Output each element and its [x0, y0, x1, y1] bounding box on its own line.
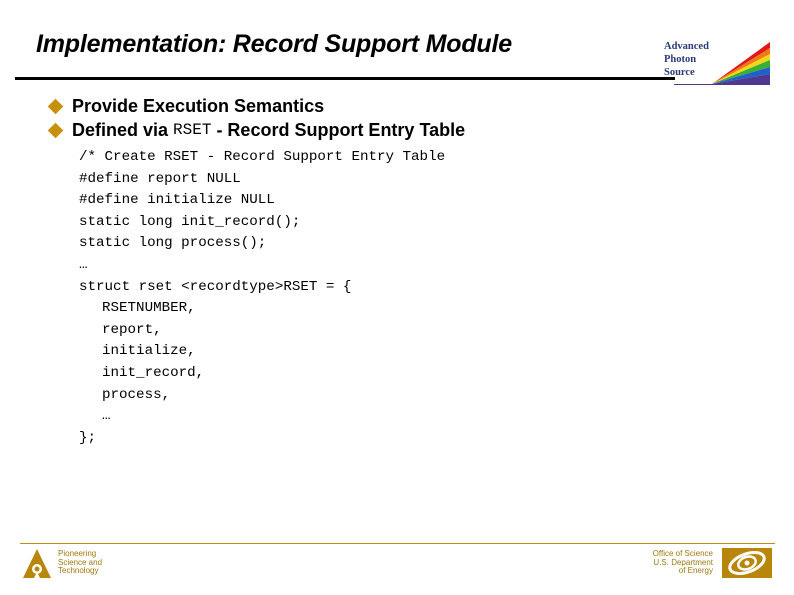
bullet-text-suffix: - Record Support Entry Table	[216, 119, 466, 140]
code-line: #define report NULL	[79, 170, 241, 187]
aps-line-3: Source	[664, 67, 695, 78]
aps-line-2: Photon	[664, 54, 697, 65]
code-line: RSETNUMBER,	[102, 300, 196, 317]
bullet-item: Defined via RSET - Record Support Entry …	[46, 118, 465, 142]
aps-logo-text: Advanced Photon Source	[664, 40, 709, 79]
diamond-bullet-icon	[47, 122, 64, 138]
doe-logo-icon	[722, 548, 772, 578]
footer-left-text: Pioneering Science and Technology	[58, 549, 102, 576]
code-line: process,	[102, 386, 171, 403]
footer-divider	[20, 543, 775, 544]
code-line: …	[102, 408, 111, 425]
diamond-bullet-icon	[47, 98, 64, 114]
slide-title: Implementation: Record Support Module	[36, 30, 512, 58]
code-line: static long init_record();	[79, 213, 301, 230]
code-line: init_record,	[102, 364, 205, 381]
code-line: };	[79, 429, 97, 446]
code-line: …	[79, 256, 88, 273]
bullet-code-term: RSET	[173, 121, 212, 139]
footer-right-text: Office of Science U.S. Department of Ene…	[640, 549, 713, 576]
title-divider	[15, 77, 675, 80]
footer-left-line-3: Technology	[58, 566, 99, 576]
bullet-text: Provide Execution Semantics	[72, 95, 325, 116]
footer-right-line-3: of Energy	[678, 566, 713, 576]
bullet-text: Defined via	[72, 119, 169, 140]
code-line: #define initialize NULL	[79, 192, 275, 209]
code-block: /* Create RSET - Record Support Entry Ta…	[79, 147, 445, 449]
code-line: initialize,	[102, 343, 196, 360]
code-line: /* Create RSET - Record Support Entry Ta…	[79, 149, 446, 165]
code-line: static long process();	[79, 235, 267, 252]
bullet-item: Provide Execution Semantics	[46, 94, 465, 118]
bullet-list: Provide Execution Semantics Defined via …	[46, 94, 465, 142]
footer-left-logo: Pioneering Science and Technology	[22, 548, 102, 585]
aps-logo: Advanced Photon Source	[660, 38, 772, 88]
argonne-logo-icon	[23, 549, 51, 578]
aps-line-1: Advanced	[664, 41, 709, 52]
code-line: report,	[102, 321, 162, 338]
code-line: struct rset <recordtype>RSET = {	[79, 278, 352, 295]
